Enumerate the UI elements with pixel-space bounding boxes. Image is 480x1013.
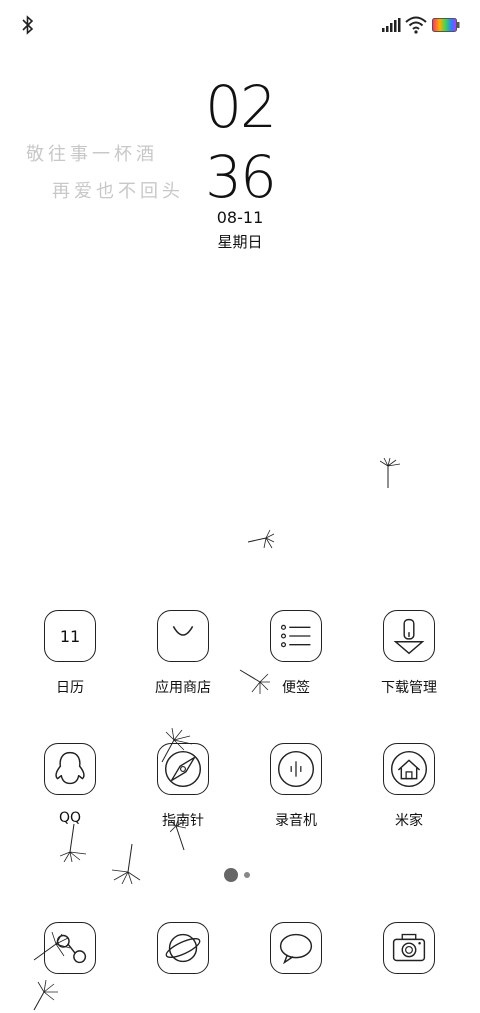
qq-app-icon[interactable] xyxy=(44,743,96,795)
status-bar xyxy=(0,0,480,50)
calendar-app-icon[interactable]: 11 xyxy=(44,610,96,662)
home-icon xyxy=(390,750,428,788)
dandelion-seed-icon xyxy=(111,843,141,884)
camera-icon xyxy=(392,933,426,962)
calendar-icon: 11 xyxy=(59,626,81,646)
qq-icon xyxy=(55,751,85,785)
weekday-text: 星期日 xyxy=(217,233,263,251)
dandelion-seed-icon xyxy=(60,823,87,862)
recorder-icon xyxy=(277,750,315,788)
dandelion-seed-icon xyxy=(33,931,70,961)
battery-icon xyxy=(432,18,460,32)
bluetooth-icon xyxy=(22,15,34,35)
page-dot[interactable] xyxy=(244,872,250,878)
page-dot-active[interactable] xyxy=(224,868,238,882)
date-text: 08-11 xyxy=(216,208,264,227)
app-label-app-store[interactable]: 应用商店 xyxy=(128,677,238,697)
clock-minutes[interactable]: 36 xyxy=(200,148,280,206)
dandelion-seed-icon xyxy=(33,980,58,1011)
app-store-app-icon[interactable] xyxy=(157,610,209,662)
dock-camera[interactable] xyxy=(383,922,435,974)
app-label-recorder[interactable]: 录音机 xyxy=(241,810,351,830)
dock-messages[interactable] xyxy=(270,922,322,974)
mijia-app-icon[interactable] xyxy=(383,743,435,795)
poem-line-1: 敬往事一杯酒 xyxy=(26,144,158,165)
recorder-app-icon[interactable] xyxy=(270,743,322,795)
app-store-icon xyxy=(172,626,194,636)
notes-app-icon[interactable] xyxy=(270,610,322,662)
dandelion-seed-icon xyxy=(247,529,275,549)
notes-icon xyxy=(280,624,311,648)
download-icon xyxy=(393,618,425,655)
dandelion-seed-icon xyxy=(239,669,270,694)
dandelion-seed-icon xyxy=(170,820,187,851)
app-label-download[interactable]: 下载管理 xyxy=(354,677,464,697)
dock-browser[interactable] xyxy=(157,922,209,974)
app-label-mijia[interactable]: 米家 xyxy=(354,810,464,830)
signal-icon xyxy=(382,18,401,32)
clock-hours[interactable]: 02 xyxy=(200,78,280,136)
app-label-calendar[interactable]: 日历 xyxy=(15,677,125,697)
messages-icon xyxy=(279,933,313,965)
download-app-icon[interactable] xyxy=(383,610,435,662)
poem-line-2: 再爱也不回头 xyxy=(52,181,184,202)
wifi-icon xyxy=(405,16,427,34)
dandelion-seed-icon xyxy=(161,728,193,763)
browser-icon xyxy=(165,933,201,963)
dandelion-seed-icon xyxy=(380,458,401,488)
